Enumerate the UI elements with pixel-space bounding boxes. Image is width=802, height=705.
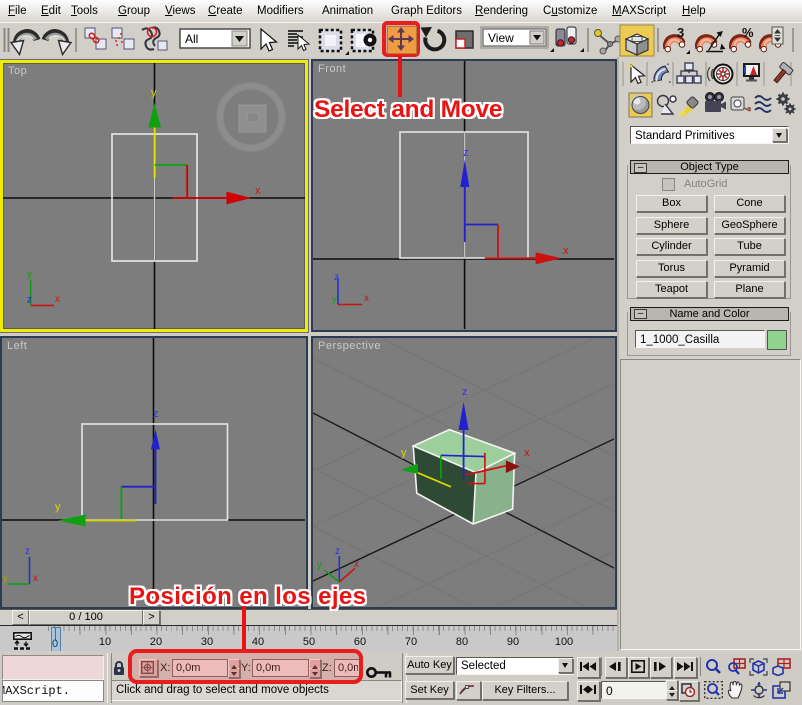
svg-text:%: % [742,25,754,40]
svg-text:z: z [25,546,30,557]
svg-text:y: y [401,447,407,459]
svg-text:x: x [524,447,530,459]
svg-text:x: x [55,294,60,305]
svg-text:y: y [27,269,32,280]
svg-text:z: z [27,294,32,305]
svg-text:y: y [55,501,61,513]
svg-text:All: All [185,32,198,46]
svg-text:y: y [151,87,157,99]
svg-text:3: 3 [677,25,684,40]
svg-text:x: x [354,559,359,570]
svg-text:View: View [488,31,514,45]
svg-text:y: y [317,560,322,571]
svg-text:x: x [364,293,369,304]
svg-text:z: z [334,272,339,283]
svg-text:x: x [33,573,38,584]
svg-text:x: x [255,185,261,197]
svg-text:z: z [463,147,469,159]
svg-text:y: y [3,573,8,584]
svg-text:y: y [332,294,337,305]
svg-text:z: z [335,546,340,557]
svg-text:z: z [462,386,468,398]
svg-text:z: z [153,408,159,420]
svg-text:x: x [563,245,569,257]
